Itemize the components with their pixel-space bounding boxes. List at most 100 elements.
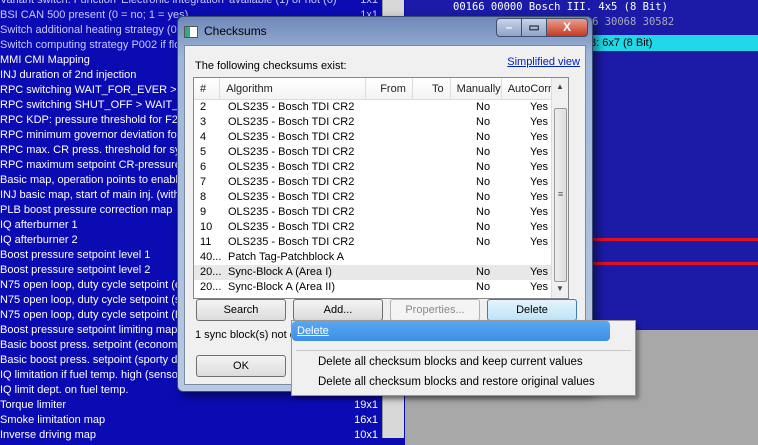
menu-separator [296, 350, 631, 351]
table-row[interactable]: 20... Sync-Block A (Area I) No Yes [194, 265, 568, 280]
table-cell [430, 220, 470, 235]
table-cell: OLS235 - Bosch TDI CR2 [228, 236, 355, 248]
status-text: 1 sync block(s) not c [195, 329, 296, 341]
map-list-item[interactable]: Inverse driving map 10x1 [0, 428, 380, 443]
table-cell [430, 100, 470, 115]
scroll-up-icon[interactable]: ▲ [552, 78, 568, 96]
simplified-view-link[interactable]: Simplified view [507, 56, 580, 68]
table-cell: Patch Tag-Patchblock A [228, 251, 344, 263]
table-row[interactable]: 10 OLS235 - Bosch TDI CR2 No Yes [194, 220, 568, 235]
menu-item-delete[interactable]: Delete [292, 321, 610, 341]
column-header[interactable]: Algorithm [220, 78, 366, 99]
map-size: 16x1 [354, 414, 378, 426]
map-name: Inverse driving map [0, 429, 96, 441]
table-body[interactable]: 2 OLS235 - Bosch TDI CR2 No Yes 3 OLS235 - Bo… [194, 100, 568, 295]
table-cell: No [476, 161, 491, 173]
app-icon [184, 26, 198, 38]
table-cell [430, 280, 470, 295]
scroll-thumb[interactable]: ≡ [554, 108, 567, 282]
table-cell: 11 [200, 236, 212, 248]
map-name: Basic map, operation points to enable [0, 174, 185, 186]
table-cell: 8 [200, 191, 207, 203]
map-name: Torque limiter [0, 399, 67, 411]
map-name: N75 open loop, duty cycle setpoint (B [0, 309, 183, 321]
table-cell: Yes [530, 236, 548, 248]
table-cell: OLS235 - Bosch TDI CR2 [228, 131, 355, 143]
table-cell: 9 [200, 206, 207, 218]
menu-item-delete-restore[interactable]: Delete all checksum blocks and restore o… [318, 376, 595, 388]
table-cell: No [476, 101, 491, 113]
map-name: N75 open loop, duty cycle setpoint (e [0, 279, 182, 291]
table-cell: 6 [200, 161, 207, 173]
table-cell [430, 250, 470, 265]
table-row[interactable]: 6 OLS235 - Bosch TDI CR2 No Yes [194, 160, 568, 175]
map-name: Switch computing strategy P002 if flo [0, 39, 181, 51]
map-name: Boost pressure setpoint limiting map [0, 324, 178, 336]
hex-map-header: 8: 6x7 (8 Bit) [585, 35, 758, 51]
search-button[interactable]: Search [196, 299, 286, 321]
map-name: RPC switching WAIT_FOR_EVER > [0, 84, 177, 96]
map-name: INJ duration of 2nd injection [0, 69, 137, 81]
table-row[interactable]: 9 OLS235 - Bosch TDI CR2 No Yes [194, 205, 568, 220]
table-scrollbar[interactable]: ▲ ≡ ▼ [551, 78, 568, 298]
column-header[interactable]: From [366, 78, 413, 99]
table-row[interactable]: 4 OLS235 - Bosch TDI CR2 No Yes [194, 130, 568, 145]
map-size: 1x1 [360, 0, 378, 6]
maximize-button[interactable]: ▭ [521, 18, 547, 37]
add-button[interactable]: Add... [293, 299, 383, 321]
map-list-item[interactable]: Variant switch: Function 'Electronic int… [0, 0, 380, 8]
table-cell: No [476, 176, 491, 188]
table-row[interactable]: 7 OLS235 - Bosch TDI CR2 No Yes [194, 175, 568, 190]
table-cell: Yes [530, 116, 548, 128]
checksums-table[interactable]: # Algorithm From To Manually AutoCorre... 2 OL… [193, 77, 569, 299]
table-cell: No [476, 206, 491, 218]
table-cell: No [476, 221, 491, 233]
properties-button[interactable]: Properties... [390, 299, 480, 321]
table-cell [430, 205, 470, 220]
table-row[interactable]: 2 OLS235 - Bosch TDI CR2 No Yes [194, 100, 568, 115]
hex-row[interactable]: 00166 00000 Bosch III. 4x5 (8 Bit) [405, 0, 758, 15]
map-name: Basic boost press. setpoint (economic [0, 339, 186, 351]
delete-button[interactable]: Delete [487, 299, 577, 321]
table-cell [380, 145, 430, 160]
table-cell: 10 [200, 221, 213, 233]
column-header[interactable]: To [413, 78, 451, 99]
table-row[interactable]: 5 OLS235 - Bosch TDI CR2 No Yes [194, 145, 568, 160]
map-name: RPC switching SHUT_OFF > WAIT_I [0, 99, 182, 111]
table-cell: 40... [200, 251, 222, 263]
table-cell [430, 175, 470, 190]
table-cell: 7 [200, 176, 207, 188]
map-list-item[interactable]: Smoke limitation map 16x1 [0, 413, 380, 428]
map-name: Boost pressure setpoint level 2 [0, 264, 151, 276]
table-cell [380, 235, 430, 250]
table-cell [380, 100, 430, 115]
map-name: BSI CAN 500 present (0 = no; 1 = yes) [0, 9, 189, 21]
table-cell: No [476, 116, 491, 128]
map-name: Variant switch: Function 'Electronic int… [0, 0, 337, 6]
table-row[interactable]: 3 OLS235 - Bosch TDI CR2 No Yes [194, 115, 568, 130]
minimize-button[interactable]: – [496, 18, 522, 37]
map-list-item[interactable]: Torque limiter 19x1 [0, 398, 380, 413]
column-header[interactable]: # [194, 78, 221, 99]
table-cell [380, 265, 430, 280]
table-cell: OLS235 - Bosch TDI CR2 [228, 176, 355, 188]
table-cell [524, 250, 552, 265]
column-header[interactable]: Manually [451, 78, 502, 99]
table-row[interactable]: 11 OLS235 - Bosch TDI CR2 No Yes [194, 235, 568, 250]
table-cell [380, 160, 430, 175]
map-name: Boost pressure setpoint level 1 [0, 249, 151, 261]
table-row[interactable]: 40... Patch Tag-Patchblock A [194, 250, 568, 265]
map-name: IQ limitation if fuel temp. high (sensor [0, 369, 182, 381]
table-cell: 4 [200, 131, 207, 143]
close-button[interactable]: X [546, 18, 588, 37]
table-row[interactable]: 8 OLS235 - Bosch TDI CR2 No Yes [194, 190, 568, 205]
table-cell: Yes [530, 191, 548, 203]
table-row[interactable]: 20... Sync-Block A (Area II) No Yes [194, 280, 568, 295]
menu-item-label: Delete [297, 325, 329, 337]
map-name: IQ limit dept. on fuel temp. [0, 384, 129, 396]
scroll-down-icon[interactable]: ▼ [552, 280, 568, 298]
menu-item-delete-keep[interactable]: Delete all checksum blocks and keep curr… [318, 356, 583, 368]
map-name: RPC minimum governor deviation for l [0, 129, 186, 141]
map-name: IQ afterburner 2 [0, 234, 78, 246]
ok-button[interactable]: OK [196, 355, 286, 377]
